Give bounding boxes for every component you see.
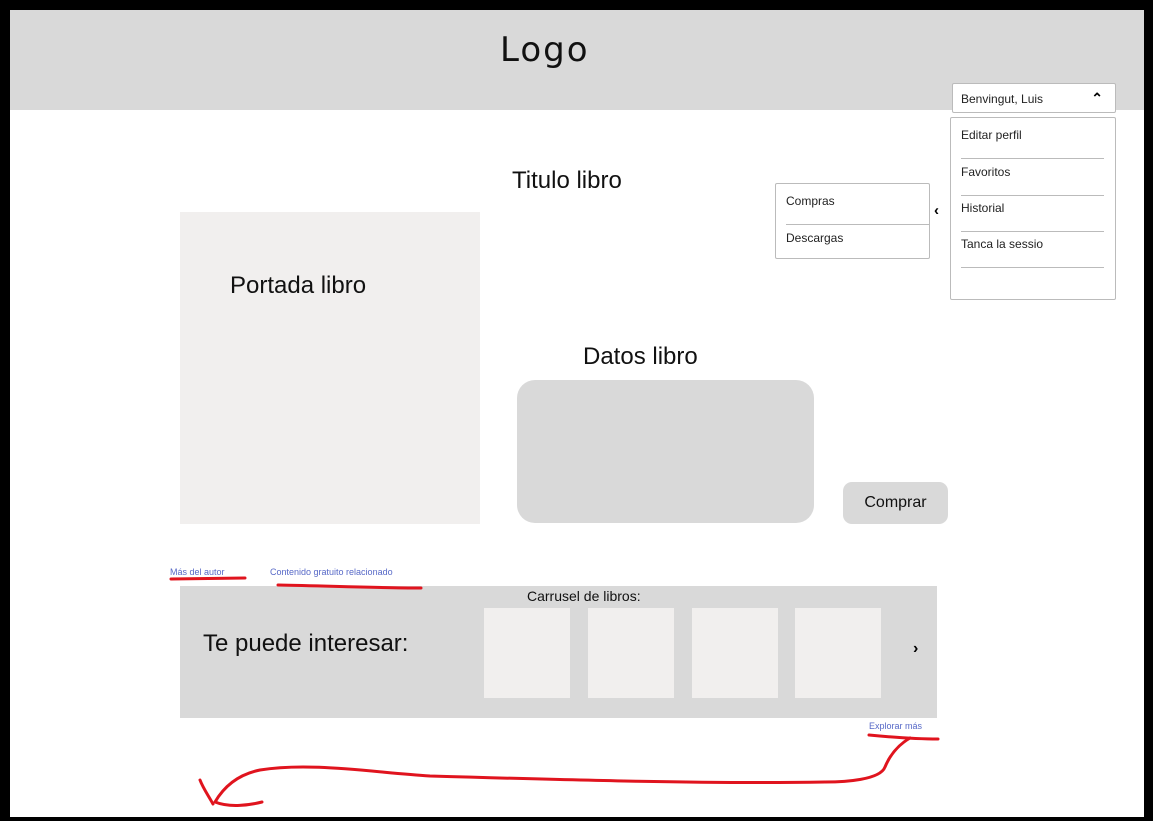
page-frame: Logo Benvingut, Luis ⌃ Editar perfil Fav… (0, 0, 1153, 821)
book-data-title: Datos libro (583, 343, 698, 370)
menu-item-logout[interactable]: Tanca la sessio (961, 231, 1104, 268)
carousel-book-tile[interactable] (692, 608, 778, 698)
annotation-underline-explore (867, 733, 940, 741)
link-more-from-author[interactable]: Más del autor (170, 567, 225, 577)
annotation-arrow (198, 736, 912, 807)
chevron-up-icon: ⌃ (1091, 90, 1103, 106)
annotation-underline-author (169, 576, 247, 581)
carousel-heading: Te puede interesar: (203, 630, 409, 657)
menu-item-favorites[interactable]: Favoritos (961, 159, 1104, 196)
menu-item-history[interactable]: Historial (961, 195, 1104, 232)
carousel-book-tile[interactable] (588, 608, 674, 698)
link-related-free-content[interactable]: Contenido gratuito relacionado (270, 567, 393, 577)
user-dropdown: Editar perfil Favoritos Historial Tanca … (950, 117, 1116, 300)
chevron-right-icon[interactable]: › (913, 640, 918, 658)
book-title: Titulo libro (512, 167, 622, 194)
chevron-left-icon: ‹ (934, 202, 939, 219)
menu-item-edit-profile[interactable]: Editar perfil (961, 122, 1104, 159)
history-submenu: Compras Descargas (775, 183, 930, 259)
carousel-caption: Carrusel de libros: (527, 588, 641, 604)
user-menu-button[interactable]: Benvingut, Luis ⌃ (952, 83, 1116, 113)
book-data-box (517, 380, 814, 523)
carousel-book-tile[interactable] (795, 608, 881, 698)
buy-button[interactable]: Comprar (843, 482, 948, 524)
submenu-item-purchases[interactable]: Compras (786, 188, 929, 225)
book-cover: Portada libro (180, 212, 480, 524)
book-carousel: Carrusel de libros: Te puede interesar: … (180, 586, 937, 718)
cover-label: Portada libro (230, 272, 367, 299)
link-explore-more[interactable]: Explorar más (869, 721, 922, 731)
user-name: Benvingut, Luis (961, 92, 1044, 106)
logo[interactable]: Logo (500, 30, 590, 70)
submenu-item-downloads[interactable]: Descargas (786, 225, 929, 261)
carousel-book-tile[interactable] (484, 608, 570, 698)
